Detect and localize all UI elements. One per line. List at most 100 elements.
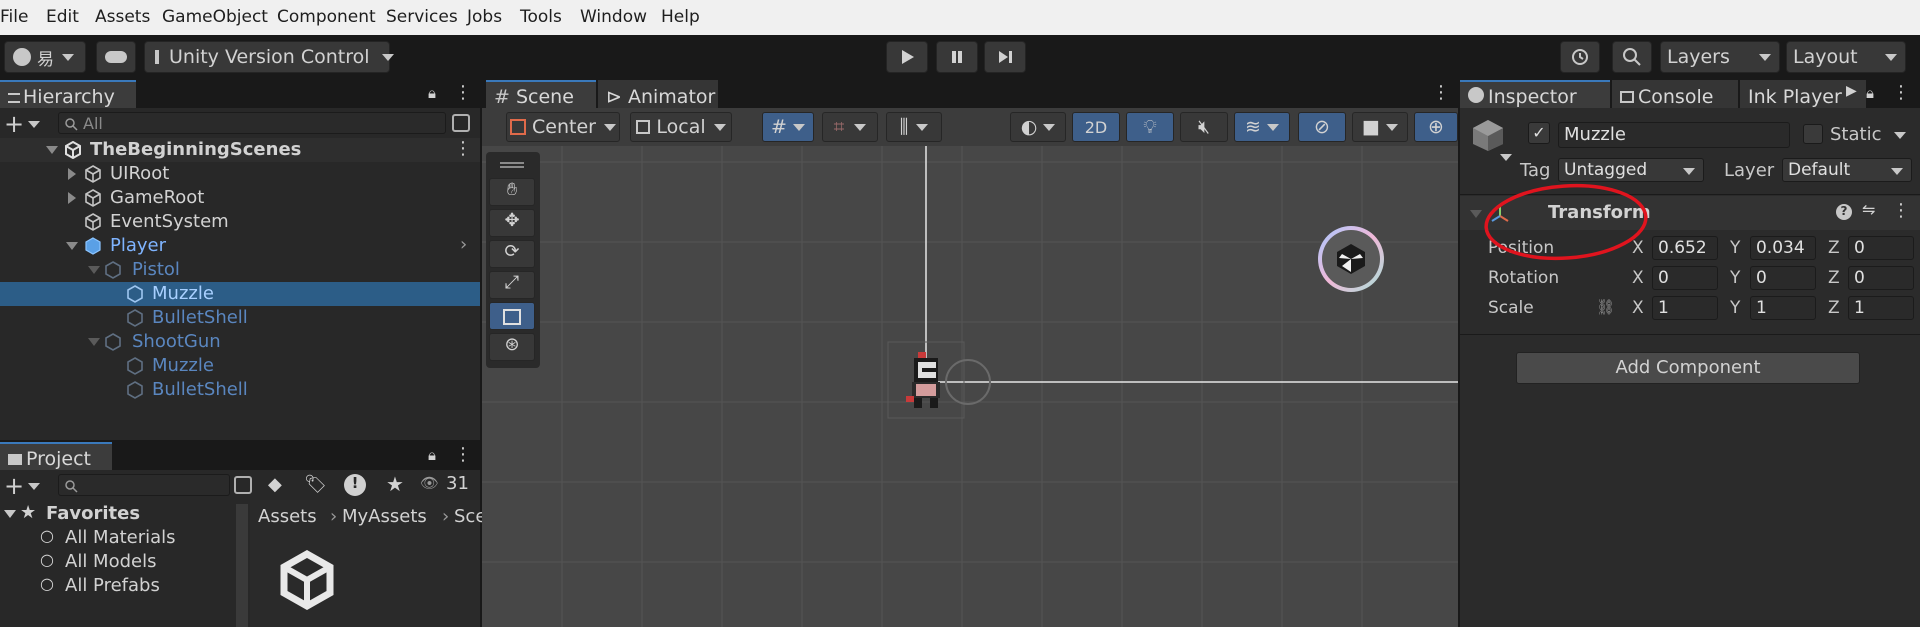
hierarchy-item[interactable]: BulletShell [0,378,480,402]
add-component-button[interactable]: Add Component [1516,352,1860,384]
tab-scene[interactable]: # Scene [486,80,596,108]
hierarchy-item[interactable]: GameRoot [0,186,480,210]
lock-icon[interactable]: 🔒︎ [428,446,436,464]
lighting-button[interactable]: 💡︎ [1126,112,1174,142]
label-tag-icon[interactable]: 🏷︎ [304,474,327,495]
static-checkbox[interactable] [1803,124,1823,144]
transform-tool-button[interactable]: ⊛ [489,333,535,361]
position-z-input[interactable]: 0 [1848,236,1914,260]
menu-help[interactable]: Help [661,7,700,27]
move-tool-button[interactable]: ✥ [489,209,535,237]
more-menu-icon[interactable]: ⋮ [454,82,472,103]
chevron-down-icon[interactable] [28,483,40,490]
expand-arrow-icon[interactable] [88,266,100,274]
scene-canvas[interactable] [482,146,1458,627]
drag-handle-icon[interactable] [500,162,524,168]
version-control-button[interactable]: Unity Version Control [144,41,394,73]
menu-file[interactable]: File [0,7,28,27]
eye-icon[interactable]: 👁︎ [420,474,439,492]
menu-gameobject[interactable]: GameObject [162,7,268,27]
draw-mode-button[interactable]: ◐ [1010,112,1066,142]
orientation-gizmo[interactable] [1318,226,1384,292]
lock-icon[interactable]: 🔒︎ [428,84,436,102]
more-menu-icon[interactable]: ⋮ [1432,82,1450,103]
hierarchy-item[interactable]: Muzzle [0,354,480,378]
add-icon[interactable]: + [4,472,24,500]
camera-button[interactable]: ■ [1352,112,1408,142]
search-button[interactable] [1612,41,1652,73]
breadcrumb-item[interactable]: Assets [258,506,317,527]
play-icon[interactable]: ▶ [1846,83,1857,99]
chevron-down-icon[interactable] [28,121,40,128]
cloud-button[interactable] [96,41,136,73]
rotation-y-input[interactable]: 0 [1750,266,1816,290]
history-button[interactable] [1560,41,1600,73]
lock-icon[interactable]: 🔒︎ [1866,84,1874,102]
rotate-tool-button[interactable]: ⟳ [489,240,535,268]
hierarchy-item[interactable]: UIRoot [0,162,480,186]
chevron-down-icon[interactable] [1500,154,1512,161]
expand-arrow-icon[interactable] [66,242,78,250]
scrollbar[interactable] [236,504,248,627]
hierarchy-item[interactable]: BulletShell [0,306,480,330]
more-menu-icon[interactable]: ⋮ [1892,82,1910,103]
layers-dropdown[interactable]: Layers [1660,41,1780,73]
rect-tool-button[interactable] [489,302,535,330]
menu-assets[interactable]: Assets [95,7,150,27]
visibility-button[interactable]: ⊘ [1298,112,1346,142]
position-y-input[interactable]: 0.034 [1750,236,1816,260]
menu-jobs[interactable]: Jobs [467,7,502,27]
expand-arrow-icon[interactable] [68,192,76,204]
hierarchy-item-selected[interactable]: Muzzle [0,282,480,306]
toggle-2d-button[interactable]: 2D [1072,112,1120,142]
scale-x-input[interactable]: 1 [1652,296,1718,320]
scale-tool-button[interactable]: ⤢ [489,271,535,299]
add-icon[interactable]: + [4,110,24,138]
scale-z-input[interactable]: 1 [1848,296,1914,320]
breadcrumb-item[interactable]: MyAssets [342,506,427,527]
expand-arrow-icon[interactable] [4,510,16,518]
constrain-proportions-icon[interactable]: ⛓︎ [1596,298,1615,316]
preset-icon[interactable]: ⇋ [1862,200,1875,219]
rotation-x-input[interactable]: 0 [1652,266,1718,290]
tab-inspector[interactable]: Inspector [1460,80,1610,108]
filter-icon[interactable] [452,114,470,132]
favorites-label[interactable]: Favorites [46,503,140,524]
audio-button[interactable]: 🔇︎ [1180,112,1228,142]
hand-tool-button[interactable]: ✋︎ [489,178,535,206]
tab-hierarchy[interactable]: Hierarchy [0,80,136,108]
scale-y-input[interactable]: 1 [1750,296,1816,320]
step-button[interactable] [984,41,1026,73]
more-menu-icon[interactable]: ⋮ [454,444,472,465]
grid-snap-button[interactable]: # [762,112,814,142]
favorite-item[interactable]: All Models [65,551,156,572]
menu-tools[interactable]: Tools [520,7,562,27]
warning-icon[interactable]: ! [344,474,366,496]
layer-dropdown[interactable]: Default [1782,158,1912,182]
hierarchy-search-input[interactable]: All [58,112,446,134]
unity-logo-icon[interactable] [280,550,334,610]
ruler-button[interactable]: ⫼ [886,112,942,142]
menu-services[interactable]: Services [386,7,458,27]
help-icon[interactable]: ? [1836,204,1852,220]
favorite-item[interactable]: All Prefabs [65,575,160,596]
scene-row[interactable]: TheBeginningScenes ⋮ [0,138,480,162]
tab-animator[interactable]: ⊳ Animator [598,80,718,108]
layout-dropdown[interactable]: Layout [1786,41,1906,73]
space-dropdown[interactable]: Local [630,112,732,142]
more-menu-icon[interactable]: ⋮ [454,138,472,159]
gizmos-button[interactable]: ⊕ [1414,112,1458,142]
account-button[interactable]: 易 [4,41,86,73]
more-menu-icon[interactable]: ⋮ [1892,200,1910,221]
expand-arrow-icon[interactable] [68,168,76,180]
chevron-right-icon[interactable]: › [460,234,467,255]
expand-arrow-icon[interactable] [88,338,100,346]
play-button[interactable] [886,41,928,73]
tab-project[interactable]: Project [0,442,112,470]
tab-console[interactable]: Console [1612,80,1738,108]
hierarchy-item[interactable]: Player › [0,234,480,258]
menu-window[interactable]: Window [580,7,647,27]
filter-icon[interactable] [234,476,252,494]
object-name-input[interactable]: Muzzle [1558,122,1790,148]
chevron-down-icon[interactable] [1894,132,1906,139]
